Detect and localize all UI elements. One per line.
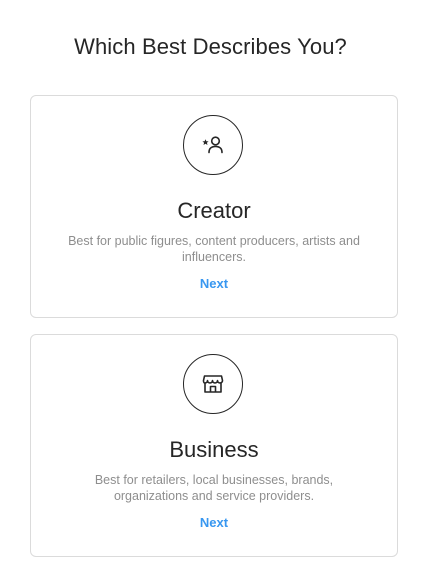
business-title: Business	[169, 437, 259, 462]
creator-title: Creator	[177, 198, 251, 223]
business-next-button[interactable]: Next	[31, 515, 397, 530]
creator-next-button[interactable]: Next	[31, 276, 397, 291]
business-card[interactable]: Business Best for retailers, local busin…	[30, 334, 398, 557]
storefront-icon	[183, 354, 243, 414]
creator-card[interactable]: Creator Best for public figures, content…	[30, 95, 398, 318]
business-description: Best for retailers, local businesses, br…	[94, 473, 334, 503]
star-person-icon	[183, 115, 243, 175]
page-title: Which Best Describes You?	[74, 34, 347, 59]
creator-description: Best for public figures, content produce…	[68, 234, 360, 264]
